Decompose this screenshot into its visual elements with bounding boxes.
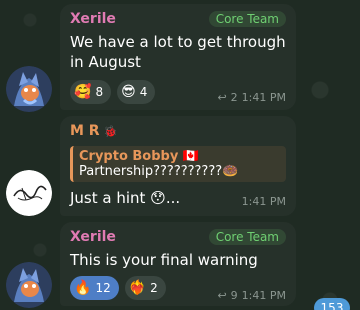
- reply-icon[interactable]: ↩: [217, 91, 226, 104]
- ladybug-icon: 🐞: [103, 124, 118, 138]
- fire-icon: 🔥: [74, 280, 92, 296]
- reaction-fire[interactable]: 🔥 12: [70, 276, 119, 300]
- signature-avatar-icon: [6, 170, 52, 216]
- reaction-count: 2: [150, 281, 158, 295]
- wolf-avatar-icon: [6, 66, 52, 112]
- reaction-sunglasses[interactable]: 😎 4: [117, 80, 156, 104]
- avatar-mr[interactable]: [6, 170, 52, 216]
- reply-count[interactable]: 9: [231, 289, 238, 302]
- sender-name[interactable]: Xerile: [70, 229, 116, 245]
- reaction-count: 4: [139, 85, 148, 99]
- message-bubble-3[interactable]: Xerile Core Team This is your final warn…: [60, 222, 296, 306]
- reply-count[interactable]: 2: [231, 91, 238, 104]
- message-meta: ↩ 9 1:41 PM: [217, 289, 286, 302]
- sender-name[interactable]: M R 🐞: [70, 123, 117, 139]
- sender-name[interactable]: Xerile: [70, 11, 116, 27]
- reaction-count: 12: [95, 281, 111, 295]
- heart-face-icon: 🥰: [74, 84, 92, 100]
- heart-on-fire-icon: ❤️‍🔥: [128, 280, 147, 296]
- sender-name-text: M R: [70, 123, 100, 139]
- avatar-xerile[interactable]: [6, 262, 52, 308]
- reaction-count: 8: [95, 85, 104, 99]
- quote-sender: Crypto Bobby 🇨🇦: [79, 149, 200, 164]
- message-meta: 1:41 PM: [242, 195, 286, 208]
- unread-count-badge[interactable]: 153: [314, 298, 350, 310]
- message-bubble-2[interactable]: M R 🐞 Crypto Bobby 🇨🇦 Partnership???????…: [60, 116, 296, 216]
- timestamp: 1:41 PM: [241, 91, 286, 104]
- timestamp: 1:41 PM: [241, 195, 286, 208]
- reaction-heart-on-fire[interactable]: ❤️‍🔥 2: [124, 276, 166, 300]
- role-tag: Core Team: [208, 11, 286, 27]
- reply-icon[interactable]: ↩: [217, 289, 226, 302]
- quote-text: Partnership??????????🍩: [79, 164, 239, 179]
- message-text: This is your final warning: [70, 251, 258, 269]
- message-text: We have a lot to get through in August: [70, 33, 286, 71]
- quoted-reply[interactable]: Crypto Bobby 🇨🇦 Partnership??????????🍩: [70, 146, 286, 182]
- sunglasses-icon: 😎: [121, 84, 136, 100]
- timestamp: 1:41 PM: [241, 289, 286, 302]
- wolf-avatar-icon: [6, 262, 52, 308]
- avatar-xerile[interactable]: [6, 66, 52, 112]
- role-tag: Core Team: [208, 229, 286, 245]
- message-bubble-1[interactable]: Xerile Core Team We have a lot to get th…: [60, 4, 296, 110]
- message-meta: ↩ 2 1:41 PM: [217, 91, 286, 104]
- reaction-heart-face[interactable]: 🥰 8: [70, 80, 112, 104]
